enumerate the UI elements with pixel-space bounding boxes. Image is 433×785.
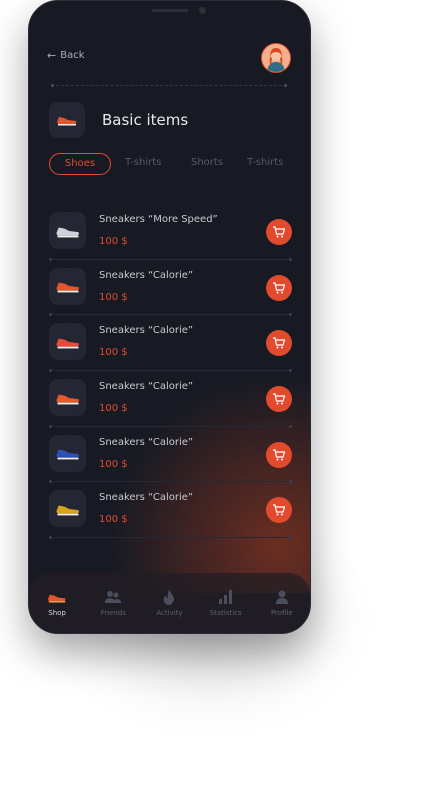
product-list: Sneakers “More Speed” 100 $ Sneakers “Calo… [49,209,292,543]
product-price: 100 $ [99,458,128,470]
product-row[interactable]: Sneakers “Calorie” 100 $ [49,487,292,543]
nav-label: Profile [270,609,293,617]
page-title: Basic items [102,111,189,129]
bottom-nav: Shop Friends Activity Statistics Profile [29,573,310,633]
sneaker-icon [55,394,79,404]
category-icon [49,102,85,138]
nav-friends[interactable]: Friends [88,589,138,617]
front-camera [199,7,206,14]
add-to-cart-button[interactable] [266,386,292,413]
row-divider [49,313,292,317]
product-price: 100 $ [99,291,128,303]
friends-icon [105,589,122,605]
user-avatar-icon [262,44,290,72]
profile-icon [275,589,288,605]
add-to-cart-button[interactable] [266,497,292,524]
cart-icon [273,337,285,349]
nav-label: Shop [48,609,66,617]
add-to-cart-button[interactable] [266,219,292,245]
product-price: 100 $ [99,403,128,415]
shoe-icon [47,589,67,605]
row-divider [49,369,292,373]
product-row[interactable]: Sneakers “Calorie” 100 $ [49,265,292,321]
header-divider [51,84,287,87]
product-name: Sneakers “Calorie” [99,269,194,281]
tab-shoes[interactable]: Shoes [49,153,111,175]
nav-statistics[interactable]: Statistics [201,589,251,617]
row-divider [49,480,292,484]
product-thumbnail [49,323,86,361]
nav-shop[interactable]: Shop [32,589,82,617]
tab-t-shirts[interactable]: T-shirts [125,153,161,173]
nav-profile[interactable]: Profile [257,589,307,617]
nav-label: Statistics [209,609,242,617]
cart-icon [273,226,285,238]
product-thumbnail [49,212,86,249]
cart-icon [273,449,285,461]
product-name: Sneakers “Calorie” [99,492,194,504]
speaker-notch [152,9,188,12]
add-to-cart-button[interactable] [266,274,292,301]
nav-label: Friends [100,609,126,617]
product-row[interactable]: Sneakers “Calorie” 100 $ [49,432,292,488]
avatar[interactable] [261,43,291,73]
nav-label: Activity [156,609,183,617]
arrow-left-icon: ← [47,49,57,62]
product-row[interactable]: Sneakers “Calorie” 100 $ [49,320,292,376]
category-tabs: Shoes T-shirts Shorts T-shirts [49,153,289,175]
phone-frame: ← Back Basic items Shoes T-shirts Shorts… [28,0,311,634]
product-name: Sneakers “Calorie” [99,436,194,448]
product-thumbnail [49,379,86,417]
sneaker-icon [55,449,79,460]
sneaker-icon [55,505,79,516]
sneaker-icon [55,338,79,349]
product-name: Sneakers “Calorie” [99,381,194,393]
bar-chart-icon [218,589,233,605]
tab-t-shirts-2[interactable]: T-shirts [247,153,283,173]
product-price: 100 $ [99,236,128,247]
tab-shorts[interactable]: Shorts [191,153,223,173]
product-price: 100 $ [99,514,128,526]
cart-icon [273,393,285,405]
cart-icon [273,282,285,294]
sneaker-icon [55,282,79,293]
row-divider [49,536,292,540]
product-price: 100 $ [99,347,128,359]
product-thumbnail [49,490,86,528]
back-button[interactable]: ← Back [47,49,85,62]
flame-icon [163,589,175,605]
back-label: Back [60,50,85,61]
product-row[interactable]: Sneakers “More Speed” 100 $ [49,209,292,265]
cart-icon [273,504,285,516]
product-thumbnail [49,267,86,305]
product-name: Sneakers “More Speed” [99,214,218,225]
row-divider [49,424,292,428]
add-to-cart-button[interactable] [266,330,292,357]
product-row[interactable]: Sneakers “Calorie” 100 $ [49,376,292,432]
row-divider [49,257,292,261]
sneaker-icon [57,117,77,126]
add-to-cart-button[interactable] [266,441,292,468]
product-name: Sneakers “Calorie” [99,325,194,337]
product-thumbnail [49,434,86,472]
nav-activity[interactable]: Activity [144,589,194,617]
sneaker-icon [55,227,79,237]
